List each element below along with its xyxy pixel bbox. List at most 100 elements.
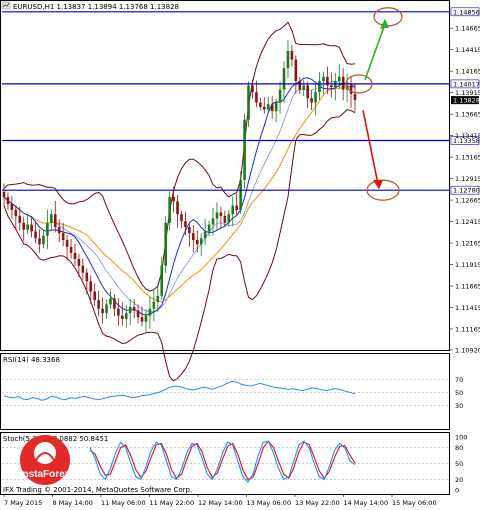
candle-body bbox=[341, 76, 345, 90]
candle-body bbox=[180, 214, 183, 222]
price-tick-label: 1.11165 bbox=[455, 325, 480, 333]
candle-body bbox=[38, 238, 41, 245]
candle-body bbox=[322, 76, 325, 82]
symbol-line: EURUSD,H1 1.13837 1.13894 1.13768 1.1382… bbox=[13, 3, 179, 11]
time-tick-label: 14 May 14:00 bbox=[344, 499, 389, 507]
candle-body bbox=[152, 301, 156, 309]
candle-body bbox=[314, 92, 317, 103]
candle-body bbox=[89, 281, 93, 292]
stoch-tick-label: 100 bbox=[455, 434, 467, 442]
price-tick-label: 1.14165 bbox=[455, 68, 480, 76]
price-tick-label: 1.11665 bbox=[455, 282, 480, 290]
candle-body bbox=[192, 233, 195, 241]
time-tick-label: 13 May 06:00 bbox=[247, 499, 292, 507]
candle-body bbox=[101, 308, 104, 314]
candle-body bbox=[262, 106, 266, 110]
price-tick-label: 1.13415 bbox=[455, 132, 480, 140]
candle-body bbox=[168, 197, 171, 223]
candle-body bbox=[223, 215, 227, 223]
candle-body bbox=[266, 104, 270, 110]
candle-body bbox=[34, 231, 37, 239]
candle-body bbox=[282, 68, 286, 90]
candle-body bbox=[132, 307, 136, 311]
candle-body bbox=[247, 85, 250, 120]
candle-body bbox=[6, 197, 10, 204]
candle-body bbox=[148, 308, 152, 316]
candle-body bbox=[140, 317, 144, 322]
candle-body bbox=[318, 81, 321, 93]
candle-body bbox=[57, 227, 61, 234]
candle-body bbox=[156, 295, 160, 302]
candle-body bbox=[353, 93, 357, 100]
time-tick-label: 7 May 2015 bbox=[4, 499, 42, 507]
price-tick-label: 1.10920 bbox=[455, 347, 480, 355]
rsi-axis: 70 50 30 bbox=[455, 376, 463, 410]
rsi-panel bbox=[0, 353, 450, 430]
candle-body bbox=[259, 102, 262, 107]
candle-body bbox=[203, 231, 207, 239]
time-tick-label: 13 May 22:00 bbox=[295, 499, 340, 507]
candle-body bbox=[188, 227, 191, 234]
candle-body bbox=[124, 313, 128, 320]
price-tick-label: 1.13915 bbox=[455, 89, 480, 97]
candle-body bbox=[294, 59, 298, 82]
candle-body bbox=[195, 240, 199, 245]
candle-body bbox=[14, 209, 18, 216]
candle-body bbox=[93, 291, 97, 301]
candle-body bbox=[65, 240, 69, 247]
current-price-label: 1.13828 bbox=[453, 97, 480, 105]
candle-body bbox=[270, 104, 274, 112]
candle-body bbox=[255, 92, 258, 103]
candle-body bbox=[349, 85, 353, 94]
main-panel bbox=[0, 0, 450, 351]
price-tick-label: 1.12165 bbox=[455, 240, 480, 248]
candle-body bbox=[278, 89, 282, 103]
candle-body bbox=[81, 265, 85, 273]
candle-body bbox=[10, 203, 14, 210]
candle-body bbox=[160, 265, 164, 296]
candle-body bbox=[69, 246, 73, 253]
price-tick-label: 1.12665 bbox=[455, 197, 480, 205]
candle-body bbox=[136, 310, 140, 318]
time-tick-label: 11 May 06:00 bbox=[101, 499, 146, 507]
price-tick-label: 1.14665 bbox=[455, 25, 480, 33]
price-tick-label: 1.11915 bbox=[455, 261, 480, 269]
candle-body bbox=[105, 304, 108, 314]
level-price-label: 1.12780 bbox=[453, 187, 480, 195]
price-tick-label: 1.13165 bbox=[455, 154, 480, 162]
symbol-header: EURUSD,H1 1.13837 1.13894 1.13768 1.1382… bbox=[1, 1, 179, 11]
candle-body bbox=[77, 258, 81, 266]
candle-body bbox=[128, 307, 132, 314]
candle-body bbox=[219, 212, 223, 216]
candle-body bbox=[337, 76, 341, 82]
candle-body bbox=[290, 50, 294, 60]
candle-body bbox=[274, 102, 278, 112]
stoch-tick-label: 0 bbox=[455, 487, 459, 495]
candle-body bbox=[50, 214, 53, 223]
candle-body bbox=[164, 222, 167, 266]
time-tick-label: 15 May 06:00 bbox=[392, 499, 437, 507]
time-tick-label: 12 May 14:00 bbox=[198, 499, 243, 507]
candle-body bbox=[73, 252, 77, 259]
stoch-axis: 100 80 50 20 0 bbox=[455, 434, 467, 495]
candle-body bbox=[30, 224, 33, 232]
candle-body bbox=[227, 214, 231, 223]
rsi-label: RSI(14) 48.3368 bbox=[3, 356, 60, 364]
rsi-tick-label: 50 bbox=[455, 389, 463, 397]
candle-body bbox=[298, 81, 302, 90]
candle-body bbox=[235, 205, 238, 210]
candle-body bbox=[211, 218, 215, 225]
candle-body bbox=[144, 315, 148, 322]
candle-body bbox=[215, 212, 219, 219]
candle-body bbox=[121, 315, 124, 320]
candle-body bbox=[239, 179, 242, 210]
candle-body bbox=[61, 233, 65, 241]
rsi-tick-label: 30 bbox=[455, 402, 463, 410]
candle-body bbox=[243, 119, 246, 180]
candle-body bbox=[42, 235, 45, 245]
candle-body bbox=[207, 224, 211, 232]
candle-body bbox=[286, 50, 290, 69]
price-tick-label: 1.12915 bbox=[455, 175, 480, 183]
rsi-tick-label: 70 bbox=[455, 376, 463, 384]
candle-body bbox=[109, 298, 112, 305]
